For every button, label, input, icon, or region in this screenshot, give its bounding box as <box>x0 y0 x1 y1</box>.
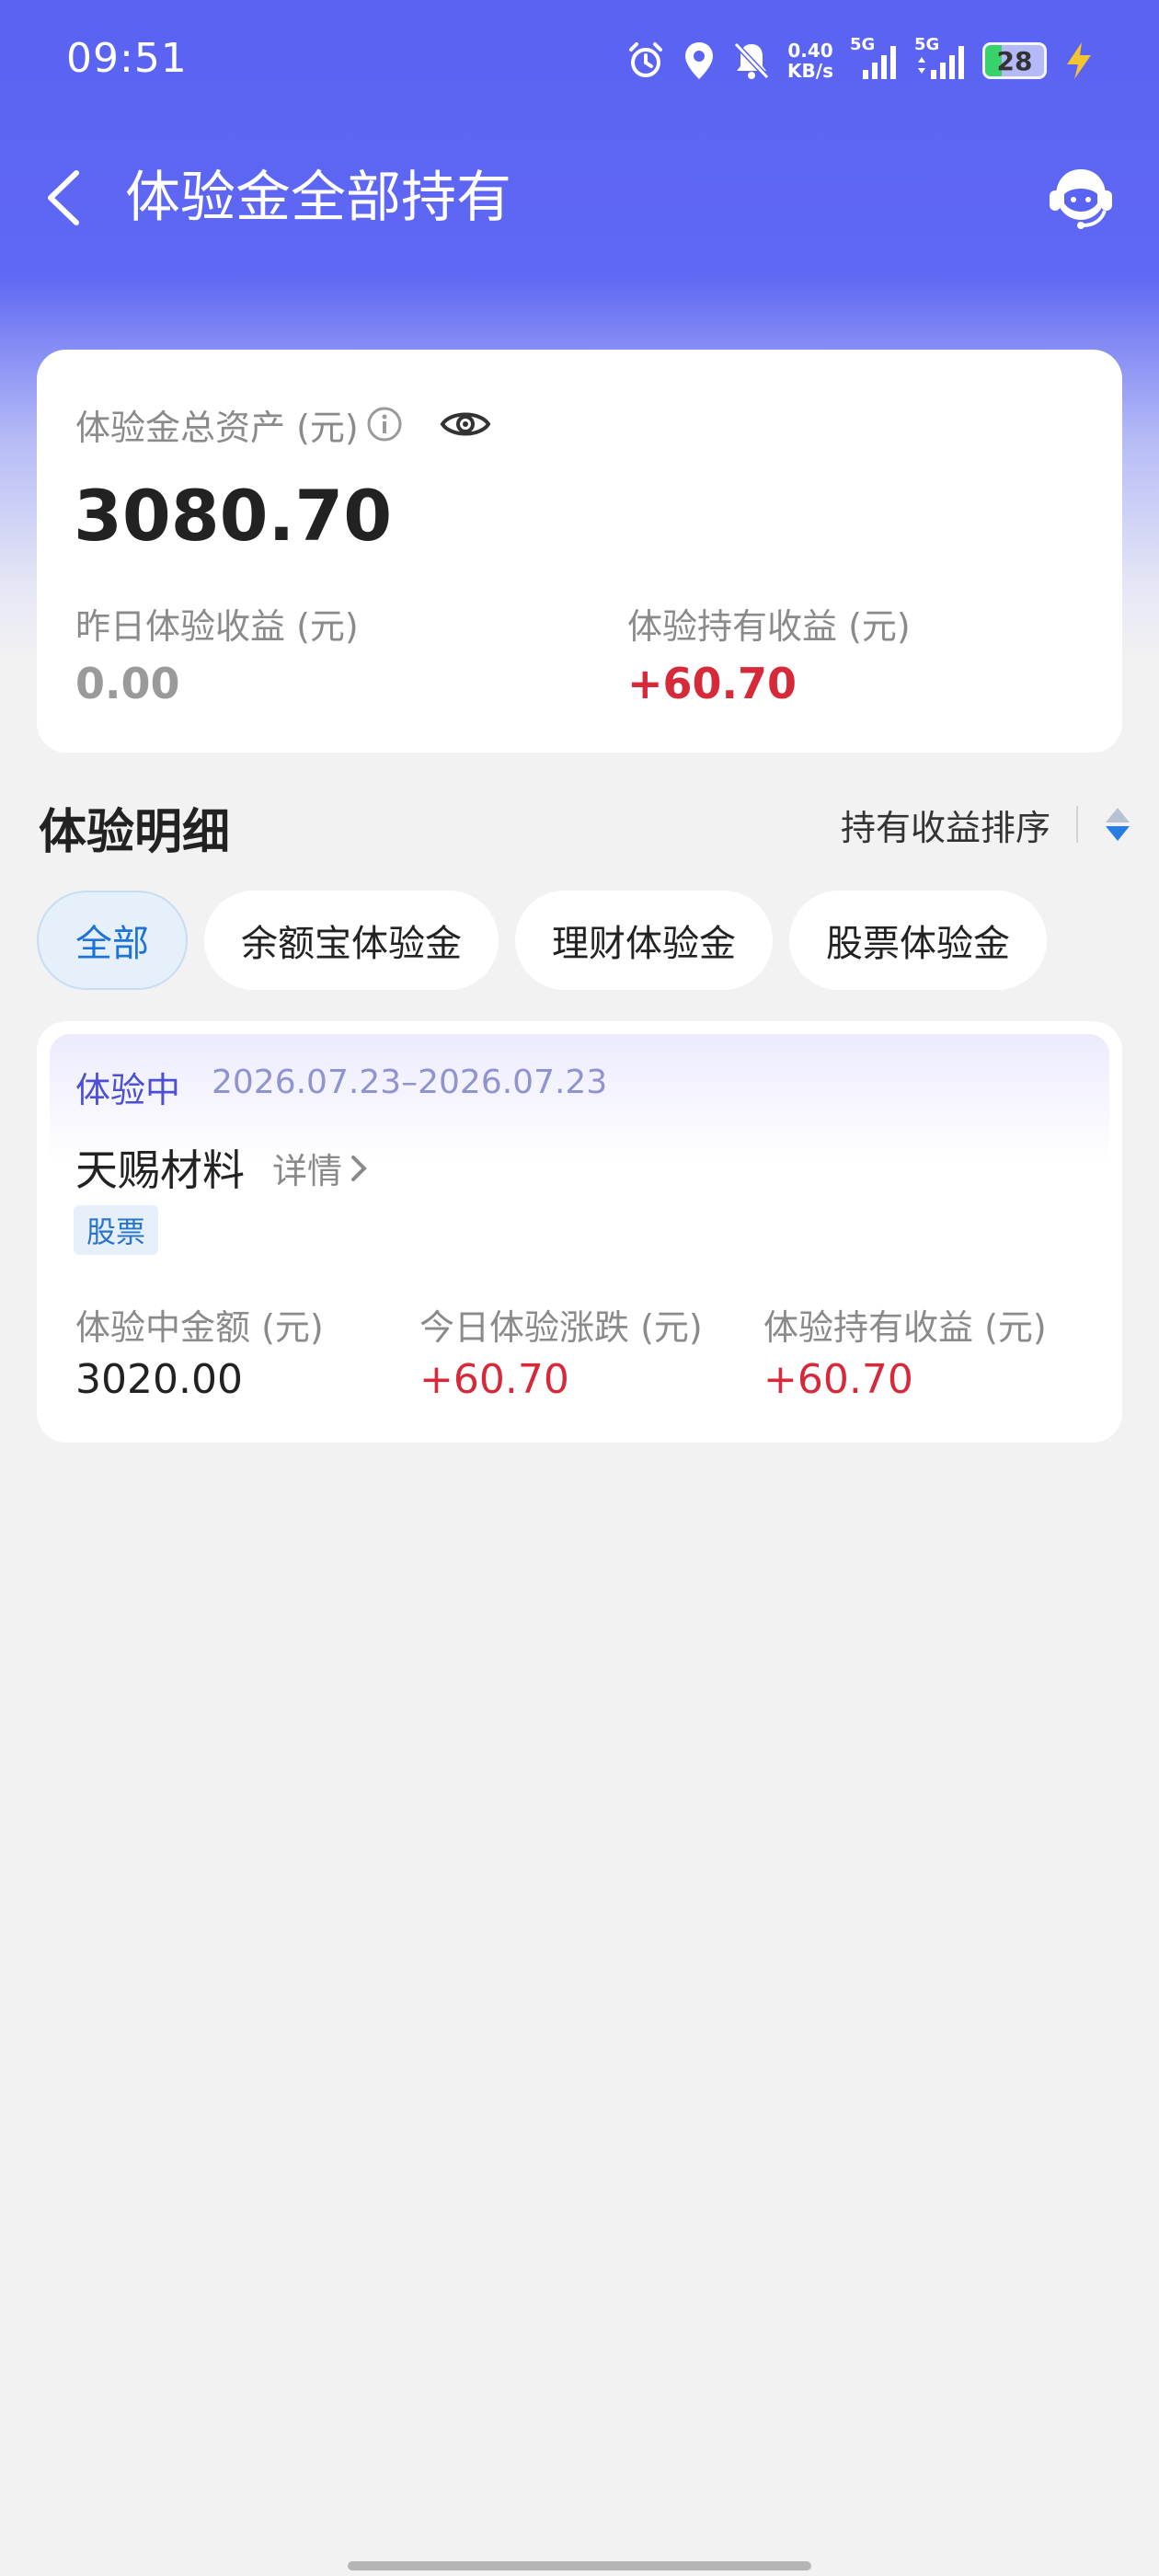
signal-icon: 5G <box>850 35 898 81</box>
holding-profit-label: 体验持有收益 (元) <box>763 1307 1047 1348</box>
filter-chip-all[interactable]: 全部 <box>37 891 188 990</box>
back-button[interactable] <box>33 167 94 228</box>
amount-label: 体验中金额 (元) <box>75 1307 324 1348</box>
holding-status: 体验中 <box>75 1070 181 1110</box>
eye-icon[interactable] <box>440 406 491 443</box>
status-icons: 0.40 KB/s 5G 5G 28 <box>625 33 1095 88</box>
sort-arrows-icon <box>1106 808 1130 841</box>
holding-date-range: 2026.07.23–2026.07.23 <box>212 1064 608 1101</box>
total-asset-value: 3080.70 <box>74 475 393 557</box>
details-section-title: 体验明细 <box>39 805 231 860</box>
yesterday-income-value: 0.00 <box>75 659 180 708</box>
signal-icon: 5G <box>914 35 966 81</box>
back-icon <box>48 170 79 225</box>
mute-icon <box>732 40 771 81</box>
charging-icon <box>1063 40 1095 81</box>
customer-service-icon <box>1050 168 1112 229</box>
holding-income-value: +60.70 <box>627 659 798 708</box>
holding-income-label: 体验持有收益 (元) <box>627 606 911 647</box>
filter-chip-yuebao[interactable]: 余额宝体验金 <box>204 891 499 990</box>
nav-bar: 体验金全部持有 <box>0 147 1159 248</box>
today-change-value: +60.70 <box>419 1356 569 1403</box>
chevron-right-icon <box>351 1155 367 1181</box>
holding-card[interactable]: 体验中 2026.07.23–2026.07.23 天赐材料 详情 股票 体验中… <box>37 1021 1122 1443</box>
yesterday-income-label: 昨日体验收益 (元) <box>75 606 359 647</box>
network-speed: 0.40 KB/s <box>787 40 833 82</box>
today-change-label: 今日体验涨跌 (元) <box>419 1307 703 1348</box>
sort-button[interactable]: 持有收益排序 <box>841 799 1131 850</box>
amount-value: 3020.00 <box>75 1356 243 1403</box>
asset-summary-card: 体验金总资产 (元) 3080.70 昨日体验收益 (元) 0.00 体验持有收… <box>37 350 1122 753</box>
sort-divider <box>1076 806 1078 843</box>
filter-chip-row: 全部 余额宝体验金 理财体验金 股票体验金 <box>37 891 1047 990</box>
sort-label: 持有收益排序 <box>840 807 1050 848</box>
customer-service-button[interactable] <box>1039 156 1122 239</box>
detail-link[interactable]: 详情 <box>272 1143 368 1193</box>
page-title: 体验金全部持有 <box>125 166 511 230</box>
info-icon[interactable] <box>366 406 403 443</box>
status-time: 09:51 <box>66 35 188 82</box>
location-icon <box>683 40 716 81</box>
battery-icon: 28 <box>982 42 1047 79</box>
alarm-icon <box>625 40 666 81</box>
filter-chip-wealth[interactable]: 理财体验金 <box>515 891 773 990</box>
status-bar: 09:51 0.40 KB/s 5G 5G 28 <box>0 0 1159 129</box>
stock-name: 天赐材料 <box>75 1145 245 1195</box>
filter-chip-stock[interactable]: 股票体验金 <box>789 891 1047 990</box>
asset-label-row: 体验金总资产 (元) <box>75 401 491 448</box>
home-indicator[interactable] <box>348 2561 811 2570</box>
stock-type-badge: 股票 <box>74 1205 159 1255</box>
holding-profit-value: +60.70 <box>763 1356 913 1403</box>
total-asset-label: 体验金总资产 (元) <box>75 407 359 448</box>
